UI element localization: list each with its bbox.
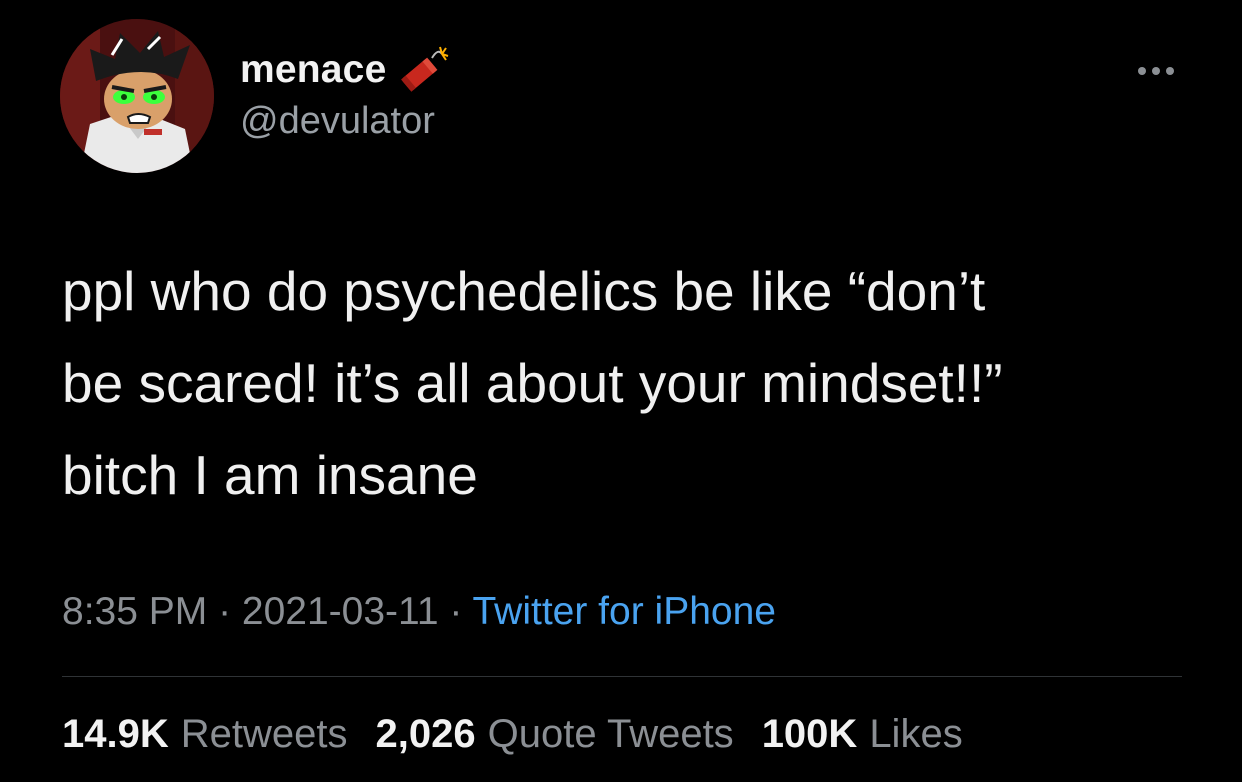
tweet-text-line: be scared! it’s all about your mindset!!… [62,352,1003,414]
more-dot-icon [1152,67,1160,75]
retweets-stat[interactable]: 14.9K Retweets [62,712,348,757]
tweet-detail: menace @devulator ppl who do psychedelic… [0,0,1242,782]
quote-tweets-count: 2,026 [375,712,476,756]
tweet-text: ppl who do psychedelics be like “don’t b… [62,245,1182,521]
more-options-button[interactable] [1128,56,1184,86]
tweet-source-link[interactable]: Twitter for iPhone [473,590,776,633]
tweet-metadata: 8:35 PM · 2021-03-11 · Twitter for iPhon… [62,590,776,634]
meta-separator: · [449,590,473,633]
likes-stat[interactable]: 100K Likes [762,712,963,757]
quote-tweets-label: Quote Tweets [487,712,734,756]
tweet-date[interactable]: 2021-03-11 [242,590,439,633]
avatar[interactable] [60,19,214,173]
firecracker-icon [396,44,450,96]
tweet-text-line: ppl who do psychedelics be like “don’t [62,260,986,322]
tweet-time[interactable]: 8:35 PM [62,590,207,633]
likes-count: 100K [761,712,858,756]
retweets-count: 14.9K [62,712,169,756]
tweet-stats: 14.9K Retweets 2,026 Quote Tweets 100K Like… [62,712,991,757]
retweets-label: Retweets [180,712,348,756]
tweet-text-line: bitch I am insane [62,444,478,506]
display-name-row[interactable]: menace [240,44,450,96]
quote-tweets-stat[interactable]: 2,026 Quote Tweets [376,712,734,757]
more-dot-icon [1138,67,1146,75]
cartoon-character-avatar-icon [60,19,214,173]
divider [62,676,1182,677]
display-name: menace [240,48,387,91]
meta-separator: · [218,590,242,633]
more-dot-icon [1166,67,1174,75]
likes-label: Likes [869,712,963,756]
user-handle[interactable]: @devulator [240,100,435,143]
